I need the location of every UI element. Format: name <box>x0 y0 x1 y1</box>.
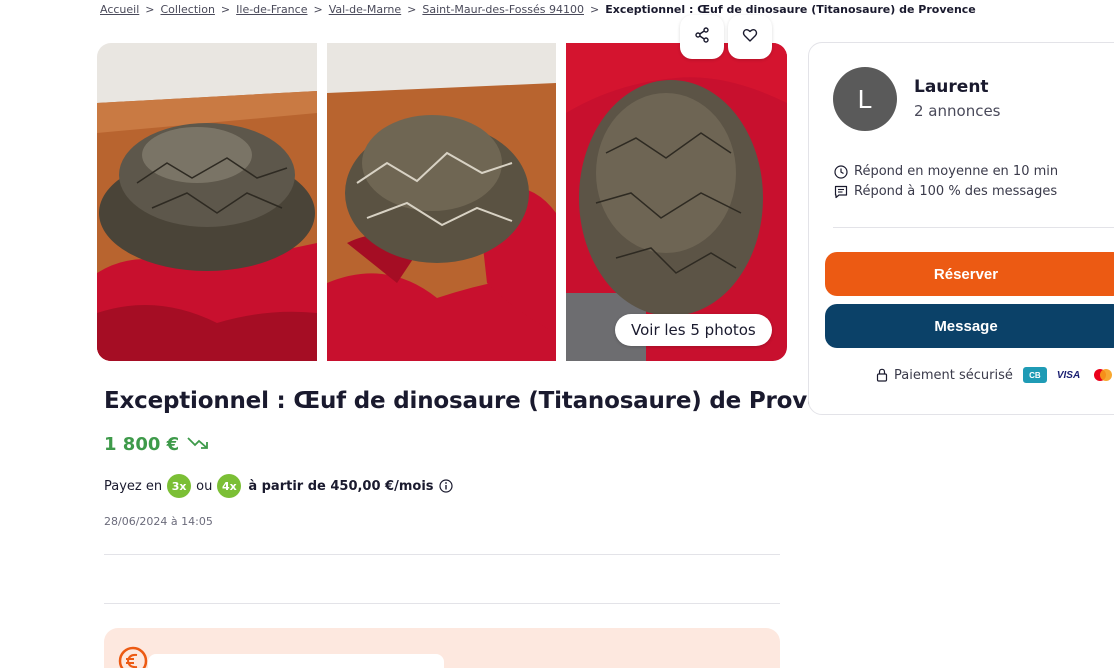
divider <box>104 603 780 604</box>
promo-banner-content <box>148 654 444 668</box>
installment-payment: Payez en 3x ou 4x à partir de 450,00 €/m… <box>104 474 453 498</box>
trending-down-icon <box>187 435 209 454</box>
divider <box>833 227 1114 228</box>
breadcrumb-item-city[interactable]: Saint-Maur-des-Fossés 94100 <box>422 3 584 16</box>
response-time-text: Répond en moyenne en 10 min <box>854 164 1059 179</box>
listing-price: 1 800 € <box>104 434 180 455</box>
listing-photo-2[interactable] <box>327 43 556 361</box>
divider <box>104 554 780 555</box>
breadcrumb: Accueil > Collection > Ile-de-France > V… <box>100 3 976 16</box>
avatar[interactable]: L <box>833 67 897 131</box>
lock-icon <box>876 368 888 382</box>
breadcrumb-current: Exceptionnel : Œuf de dinosaure (Titanos… <box>605 3 976 16</box>
favorite-button[interactable] <box>728 15 772 59</box>
see-all-photos-button[interactable]: Voir les 5 photos <box>615 314 772 346</box>
listing-title: Exceptionnel : Œuf de dinosaure (Titanos… <box>104 388 868 414</box>
installment-prefix: Payez en <box>104 478 163 494</box>
breadcrumb-item-collection[interactable]: Collection <box>161 3 215 16</box>
message-icon <box>834 185 848 199</box>
clock-icon <box>834 164 848 179</box>
share-button[interactable] <box>680 15 724 59</box>
info-icon[interactable] <box>438 479 453 493</box>
breadcrumb-separator: > <box>313 3 323 16</box>
response-rate: Répond à 100 % des messages <box>834 184 1057 199</box>
reserve-button[interactable]: Réserver <box>825 252 1114 296</box>
seller-name[interactable]: Laurent <box>914 77 989 97</box>
visa-icon: VISA <box>1056 369 1081 381</box>
breadcrumb-separator: > <box>220 3 231 16</box>
installment-badge-3x: 3x <box>167 474 192 498</box>
breadcrumb-item-department[interactable]: Val-de-Marne <box>329 3 401 16</box>
heart-icon <box>742 27 758 47</box>
installment-connector: ou <box>196 478 213 494</box>
installment-detail: à partir de 450,00 €/mois <box>248 478 434 494</box>
response-rate-text: Répond à 100 % des messages <box>854 184 1058 199</box>
seller-listings-count[interactable]: 2 annonces <box>914 102 1001 120</box>
breadcrumb-separator: > <box>407 3 417 16</box>
breadcrumb-separator: > <box>589 3 600 16</box>
message-button[interactable]: Message <box>825 304 1114 348</box>
installment-badge-4x: 4x <box>217 474 242 498</box>
listing-photo-1[interactable] <box>97 43 317 361</box>
secure-payment-label: Paiement sécurisé <box>894 367 1013 383</box>
price-row: 1 800 € <box>104 434 209 455</box>
breadcrumb-item-region[interactable]: Ile-de-France <box>236 3 307 16</box>
mastercard-icon <box>1092 368 1114 382</box>
promo-icon <box>118 646 148 668</box>
share-icon <box>694 27 710 47</box>
secure-payment: Paiement sécurisé CB VISA <box>876 367 1114 383</box>
listing-date: 28/06/2024 à 14:05 <box>104 515 213 528</box>
breadcrumb-separator: > <box>145 3 155 16</box>
cb-card-icon: CB <box>1022 367 1047 383</box>
breadcrumb-item-home[interactable]: Accueil <box>100 3 139 16</box>
response-time: Répond en moyenne en 10 min <box>834 164 1058 179</box>
